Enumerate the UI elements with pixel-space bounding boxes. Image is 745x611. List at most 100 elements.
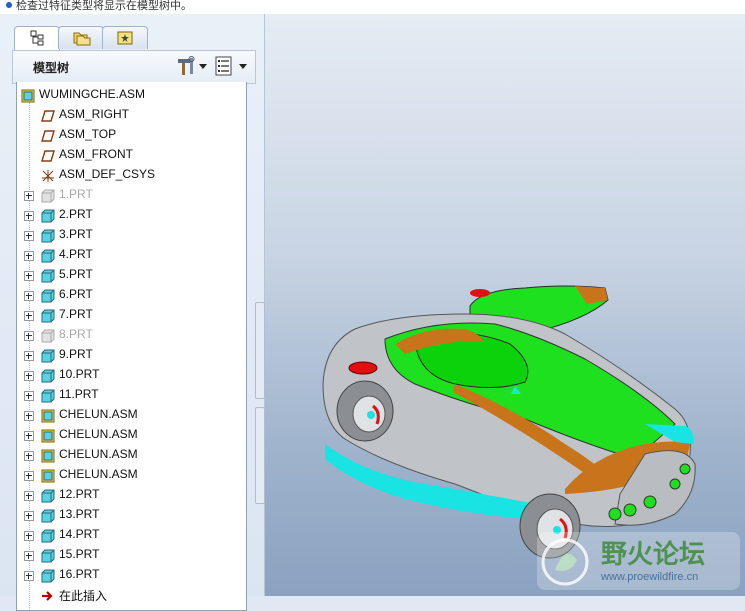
part-icon — [41, 349, 55, 363]
tree-part-item[interactable]: 8.PRT — [17, 326, 246, 346]
tree-item-label: ASM_DEF_CSYS — [59, 167, 156, 181]
expand-toggle-icon[interactable] — [24, 231, 34, 241]
expand-toggle-icon[interactable] — [24, 411, 34, 421]
tree-item-label: 2.PRT — [59, 207, 93, 221]
assembly-icon — [41, 449, 55, 463]
tree-item-label: 4.PRT — [59, 247, 93, 261]
message-text: 检查过特征类型将显示在模型树中。 — [16, 0, 192, 12]
part-icon — [41, 569, 55, 583]
tree-datum-item[interactable]: ASM_FRONT — [17, 146, 246, 166]
watermark-url: www.proewildfire.cn — [601, 571, 699, 583]
tree-part-item[interactable]: 4.PRT — [17, 246, 246, 266]
tree-part-item[interactable]: 6.PRT — [17, 286, 246, 306]
datum-plane-icon — [41, 110, 55, 122]
expand-toggle-icon[interactable] — [24, 431, 34, 441]
tree-item-label: 14.PRT — [59, 527, 100, 541]
tree-datum-item[interactable]: ASM_TOP — [17, 126, 246, 146]
expand-toggle-icon[interactable] — [24, 511, 34, 521]
tree-item-label: 3.PRT — [59, 227, 93, 241]
part-icon — [41, 509, 55, 523]
tab-folder-browser[interactable] — [58, 26, 104, 49]
part-icon — [41, 329, 55, 343]
expand-toggle-icon[interactable] — [24, 571, 34, 581]
expand-toggle-icon[interactable] — [24, 191, 34, 201]
tree-item-label: 5.PRT — [59, 267, 93, 281]
part-icon — [41, 369, 55, 383]
tree-item-label: 13.PRT — [59, 507, 100, 521]
tree-item-label: 10.PRT — [59, 367, 100, 381]
part-icon — [41, 289, 55, 303]
part-icon — [41, 309, 55, 323]
part-icon — [41, 209, 55, 223]
tree-item-label: ASM_FRONT — [59, 147, 134, 161]
tree-datum-item[interactable]: ASM_RIGHT — [17, 106, 246, 126]
expand-toggle-icon[interactable] — [24, 551, 34, 561]
tree-part-item[interactable]: 1.PRT — [17, 186, 246, 206]
tree-part-item[interactable]: 3.PRT — [17, 226, 246, 246]
assembly-icon — [41, 429, 55, 443]
tree-settings-button[interactable] — [175, 56, 209, 76]
tree-part-item[interactable]: 16.PRT — [17, 566, 246, 586]
tree-part-item[interactable]: 13.PRT — [17, 506, 246, 526]
tree-item-label: CHELUN.ASM — [59, 427, 138, 441]
panel-splitter-handle-lower[interactable] — [255, 407, 265, 504]
model-tree-icon — [30, 30, 44, 46]
expand-toggle-icon[interactable] — [24, 291, 34, 301]
tree-part-item[interactable]: 7.PRT — [17, 306, 246, 326]
tab-model-tree[interactable] — [14, 26, 60, 50]
expand-toggle-icon[interactable] — [24, 211, 34, 221]
folder-icon — [73, 32, 91, 46]
tail-light — [348, 361, 378, 375]
expand-toggle-icon[interactable] — [24, 451, 34, 461]
expand-toggle-icon[interactable] — [24, 331, 34, 341]
tree-item-label: CHELUN.ASM — [59, 407, 138, 421]
tree-subassembly-item[interactable]: CHELUN.ASM — [17, 406, 246, 426]
expand-toggle-icon[interactable] — [24, 471, 34, 481]
tree-part-item[interactable]: 15.PRT — [17, 546, 246, 566]
tree-item-label: 16.PRT — [59, 567, 100, 581]
tree-item-label: 11.PRT — [59, 387, 99, 401]
show-options-button[interactable] — [215, 56, 251, 76]
coordinate-system-icon — [42, 170, 54, 182]
tree-csys-item[interactable]: ASM_DEF_CSYS — [17, 166, 246, 186]
expand-toggle-icon[interactable] — [24, 531, 34, 541]
insert-arrow-icon — [42, 591, 53, 601]
mirror-red-light — [470, 289, 490, 297]
tree-part-item[interactable]: 14.PRT — [17, 526, 246, 546]
message-bullet-icon — [6, 2, 12, 8]
tree-item-label: 1.PRT — [59, 187, 93, 201]
expand-toggle-icon[interactable] — [24, 491, 34, 501]
part-icon — [41, 549, 55, 563]
tree-part-item[interactable]: 11.PRT — [17, 386, 246, 406]
tab-favorites[interactable] — [102, 26, 148, 49]
tree-root-item[interactable]: WUMINGCHE.ASM — [17, 86, 246, 106]
expand-toggle-icon[interactable] — [24, 351, 34, 361]
tree-part-item[interactable]: 5.PRT — [17, 266, 246, 286]
panel-splitter-handle[interactable] — [255, 302, 265, 399]
favorites-icon — [117, 31, 133, 45]
assembly-icon — [41, 469, 55, 483]
message-bar: 检查过特征类型将显示在模型树中。 — [0, 0, 745, 15]
tree-subassembly-item[interactable]: CHELUN.ASM — [17, 466, 246, 486]
watermark-title: 野火论坛 — [601, 540, 706, 570]
assembly-icon — [21, 89, 35, 103]
expand-toggle-icon[interactable] — [24, 371, 34, 381]
tree-part-item[interactable]: 12.PRT — [17, 486, 246, 506]
tree-part-item[interactable]: 9.PRT — [17, 346, 246, 366]
model-tree-toolbar: 模型树 — [12, 50, 256, 84]
tree-part-item[interactable]: 2.PRT — [17, 206, 246, 226]
car-model-render — [322, 285, 696, 559]
insert-here-item[interactable]: 在此插入 — [17, 586, 246, 606]
expand-toggle-icon[interactable] — [24, 271, 34, 281]
expand-toggle-icon[interactable] — [24, 311, 34, 321]
tree-subassembly-item[interactable]: CHELUN.ASM — [17, 446, 246, 466]
datum-plane-icon — [41, 150, 55, 162]
graphics-viewport[interactable] — [265, 14, 745, 596]
tree-subassembly-item[interactable]: CHELUN.ASM — [17, 426, 246, 446]
expand-toggle-icon[interactable] — [24, 251, 34, 261]
tree-root-label: WUMINGCHE.ASM — [39, 87, 145, 101]
tree-item-label: 9.PRT — [59, 347, 93, 361]
tree-part-item[interactable]: 10.PRT — [17, 366, 246, 386]
tree-item-label: CHELUN.ASM — [59, 447, 138, 461]
expand-toggle-icon[interactable] — [24, 391, 34, 401]
